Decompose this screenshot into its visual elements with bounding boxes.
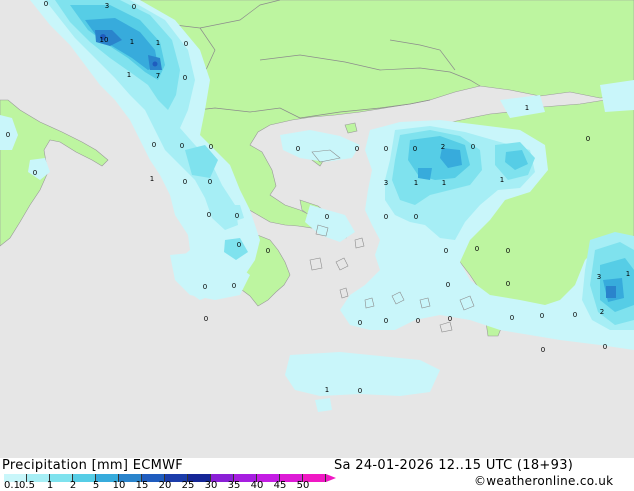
precip-value-label: 0 bbox=[510, 314, 514, 322]
precip-value-label: 0 bbox=[232, 282, 236, 290]
precip-value-label: 0 bbox=[235, 212, 239, 220]
precip-value-label: 0 bbox=[184, 40, 188, 48]
precip-value-label: 0 bbox=[33, 169, 37, 177]
precip-value-label: 7 bbox=[156, 72, 160, 80]
legend-tick-label: 0.1 bbox=[4, 480, 20, 491]
precip-value-label: 1 bbox=[325, 386, 329, 394]
legend-tick-label: 25 bbox=[181, 480, 195, 491]
precip-value-label: 0 bbox=[471, 143, 475, 151]
precip-value-label: 0 bbox=[446, 281, 450, 289]
precip-value-label: 0 bbox=[444, 247, 448, 255]
legend-tick-label: 15 bbox=[135, 480, 149, 491]
precip-value-label: 0 bbox=[183, 74, 187, 82]
precip-value-label: 0 bbox=[603, 343, 607, 351]
precip-value-label: 2 bbox=[441, 143, 445, 151]
precip-value-label: 0 bbox=[358, 319, 362, 327]
precip-value-label: 0 bbox=[355, 145, 359, 153]
precip-value-label: 0 bbox=[180, 142, 184, 150]
legend-tick-label: 40 bbox=[250, 480, 264, 491]
precip-value-label: 0 bbox=[414, 213, 418, 221]
precip-value-label: 0 bbox=[506, 280, 510, 288]
precip-value-label: 1 bbox=[442, 179, 446, 187]
legend-tick-label: 35 bbox=[227, 480, 241, 491]
precip-value-label: 3 bbox=[105, 2, 109, 10]
precip-value-label: 0 bbox=[208, 178, 212, 186]
legend-tick-label: 50 bbox=[296, 480, 310, 491]
precip-value-label: 0 bbox=[325, 213, 329, 221]
legend-tick-label: 5 bbox=[92, 480, 100, 491]
precip-value-label: 0 bbox=[506, 247, 510, 255]
precip-value-label: 0 bbox=[183, 178, 187, 186]
precip-value-label: 0 bbox=[416, 317, 420, 325]
precip-value-label: 1 bbox=[525, 104, 529, 112]
precip-value-label: 0 bbox=[204, 315, 208, 323]
credit-link[interactable]: ©weatheronline.co.uk bbox=[474, 474, 613, 488]
precip-value-label: 0 bbox=[207, 211, 211, 219]
precip-value-label: 0 bbox=[384, 213, 388, 221]
precip-value-label: 0 bbox=[413, 145, 417, 153]
map-title: Precipitation [mm] ECMWF bbox=[2, 458, 184, 473]
precip-value-label: 1 bbox=[130, 38, 134, 46]
precip-value-label: 0 bbox=[586, 135, 590, 143]
precip-value-label: 0 bbox=[541, 346, 545, 354]
precip-value-label: 10 bbox=[100, 36, 109, 44]
precip-value-label: 0 bbox=[132, 3, 136, 11]
precip-value-label: 1 bbox=[150, 175, 154, 183]
precip-value-label: 1 bbox=[414, 179, 418, 187]
precip-value-label: 1 bbox=[156, 39, 160, 47]
precip-value-label: 0 bbox=[540, 312, 544, 320]
precip-value-label: 0 bbox=[448, 315, 452, 323]
precip-value-label: 3 bbox=[384, 179, 388, 187]
precip-value-label: 0 bbox=[152, 141, 156, 149]
precip-value-label: 0 bbox=[475, 245, 479, 253]
precip-value-label: 1 bbox=[127, 71, 131, 79]
precip-value-label: 1 bbox=[626, 270, 630, 278]
precip-value-label: 0 bbox=[237, 241, 241, 249]
legend-tick-label: 20 bbox=[158, 480, 172, 491]
precip-value-label: 0 bbox=[266, 247, 270, 255]
precip-value-label: 0 bbox=[384, 145, 388, 153]
legend-tick-label: 2 bbox=[69, 480, 77, 491]
precip-value-label: 0 bbox=[203, 283, 207, 291]
precip-value-label: 2 bbox=[600, 308, 604, 316]
legend-tick-label: 30 bbox=[204, 480, 218, 491]
precip-value-label: 0 bbox=[209, 143, 213, 151]
precip-value-label: 0 bbox=[573, 311, 577, 319]
precip-value-label: 0 bbox=[296, 145, 300, 153]
legend-tick-label: 0.5 bbox=[19, 480, 35, 491]
legend-tick-label: 45 bbox=[273, 480, 287, 491]
legend-arrow bbox=[326, 474, 336, 482]
valid-datetime: Sa 24-01-2026 12..15 UTC (18+93) bbox=[334, 458, 574, 473]
legend-tick-label: 10 bbox=[112, 480, 126, 491]
precip-value-label: 3 bbox=[597, 273, 601, 281]
precip-value-label: 0 bbox=[384, 317, 388, 325]
precip-value-label: 0 bbox=[6, 131, 10, 139]
precip-value-label: 0 bbox=[44, 0, 48, 8]
legend-tick-label: 1 bbox=[46, 480, 54, 491]
precip-value-label: 0 bbox=[358, 387, 362, 395]
precip-value-label: 1 bbox=[500, 176, 504, 184]
precipitation-map: 3 0010 1 1 01 7 0000 0 01 0 00 0000 000 0 0 2 03 1 1 10 000 0… bbox=[0, 0, 634, 458]
